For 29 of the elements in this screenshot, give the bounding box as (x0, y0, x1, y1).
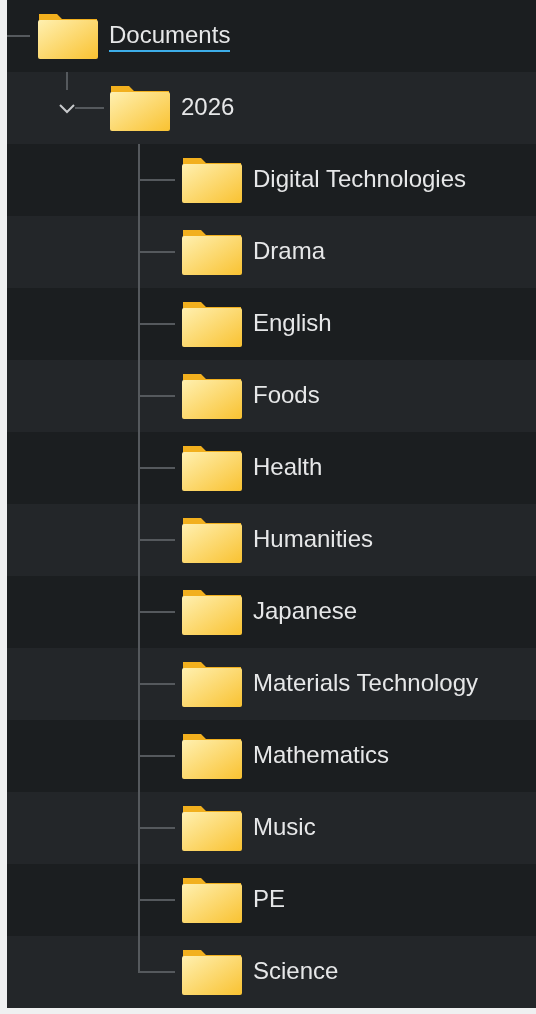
folder-icon (181, 804, 243, 852)
folder-icon (181, 732, 243, 780)
folder-icon (37, 12, 99, 60)
folder-name[interactable]: Materials Technology (253, 668, 478, 700)
folder-icon (109, 84, 171, 132)
folder-icon (181, 948, 243, 996)
folder-icon (181, 228, 243, 276)
folder-icon (181, 660, 243, 708)
folder-name[interactable]: Science (253, 956, 339, 988)
folder-name[interactable]: Japanese (253, 596, 358, 628)
folder-name[interactable]: Digital Technologies (253, 164, 467, 196)
folder-icon (181, 876, 243, 924)
folder-icon (181, 300, 243, 348)
folder-name[interactable]: Music (253, 812, 316, 844)
folder-name[interactable]: English (253, 308, 332, 340)
folder-icon (181, 516, 243, 564)
folder-name[interactable]: Mathematics (253, 740, 390, 772)
folder-icon (181, 372, 243, 420)
folder-name[interactable]: 2026 (181, 92, 235, 124)
folder-name[interactable]: Health (253, 452, 323, 484)
folder-name[interactable]: Documents (109, 20, 231, 52)
folder-icon (181, 588, 243, 636)
chevron-icon[interactable] (59, 102, 75, 114)
folder-name[interactable]: Drama (253, 236, 325, 268)
folder-name[interactable]: Humanities (253, 524, 374, 556)
folder-icon (181, 444, 243, 492)
folder-name[interactable]: PE (253, 884, 285, 916)
folder-name[interactable]: Foods (253, 380, 320, 412)
folder-icon (181, 156, 243, 204)
